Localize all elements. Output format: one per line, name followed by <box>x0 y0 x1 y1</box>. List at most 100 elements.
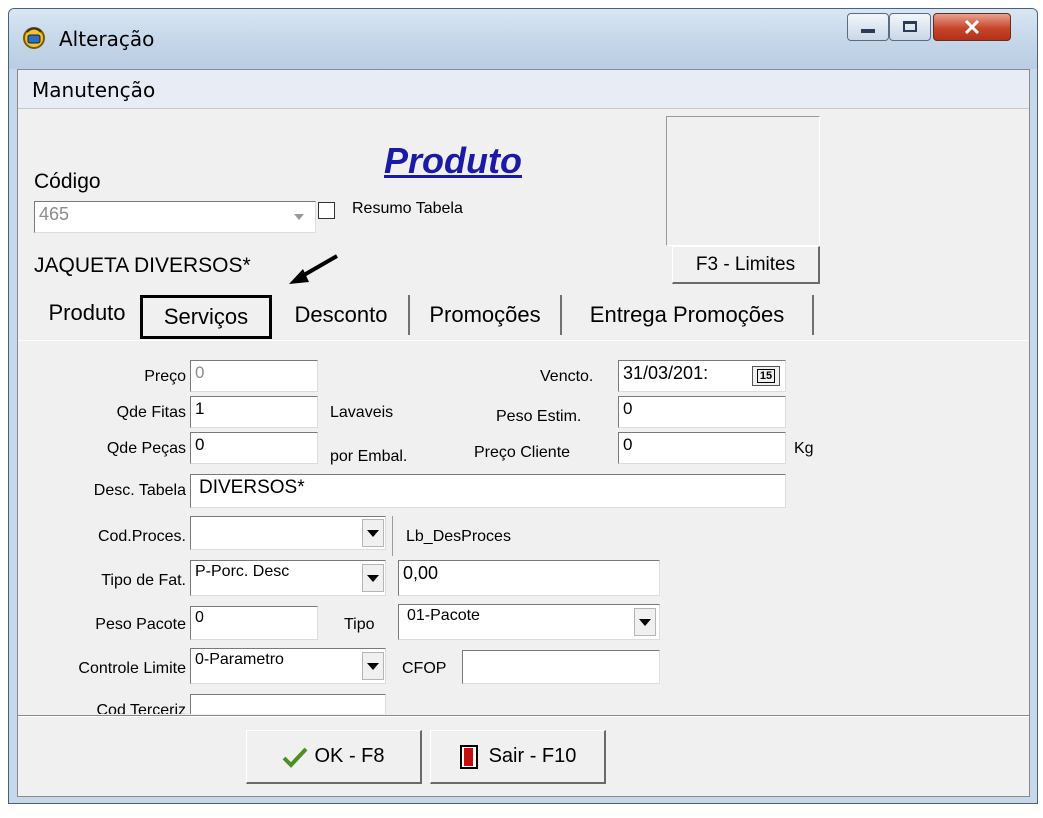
f3-limites-button[interactable]: F3 - Limites <box>672 246 820 284</box>
page-title: Produto <box>384 140 522 181</box>
preco-cliente-value: 0 <box>623 435 633 454</box>
tab-promocoes[interactable]: Promoções <box>410 295 562 335</box>
peso-estim-label: Peso Estim. <box>496 408 582 425</box>
dialog-client-area: Manutenção Produto Código 465 Resumo Tab… <box>17 69 1030 797</box>
app-icon <box>23 27 45 49</box>
f3-limites-label: F3 - Limites <box>695 253 796 275</box>
menu-bar: Manutenção <box>18 70 1029 109</box>
desc-tabela-label: Desc. Tabela <box>93 482 186 499</box>
checkmark-icon <box>283 747 308 768</box>
close-button[interactable] <box>933 13 1011 41</box>
tab-produto[interactable]: Produto <box>34 293 140 333</box>
chevron-down-icon <box>367 574 379 582</box>
tipo-fat-select[interactable]: P-Porc. Desc <box>190 560 386 596</box>
maximize-button[interactable] <box>889 13 931 41</box>
controle-limite-select[interactable]: 0-Parametro <box>190 648 386 684</box>
qde-fitas-value: 1 <box>195 399 205 418</box>
tab-desconto-label: Desconto <box>294 302 388 327</box>
window-title: Alteração <box>59 27 155 51</box>
tipo-fat-value: P-Porc. Desc <box>195 563 290 580</box>
kg-unit-label: Kg <box>794 440 814 457</box>
qde-pecas-label: Qde Peças <box>106 440 186 457</box>
exit-door-icon <box>459 744 478 769</box>
codigo-dropdown-button[interactable] <box>288 203 310 231</box>
por-embal-label: por Embal. <box>330 448 408 465</box>
qde-fitas-input[interactable]: 1 <box>190 396 318 428</box>
ok-button-label: OK - F8 <box>314 745 385 767</box>
peso-pacote-value: 0 <box>195 609 204 626</box>
codigo-value: 465 <box>39 204 70 224</box>
calendar-day-label: 15 <box>756 369 776 383</box>
footer-divider-highlight <box>18 716 1029 717</box>
peso-estim-input[interactable]: 0 <box>618 396 786 428</box>
preco-input[interactable]: 0 <box>190 360 318 392</box>
minimize-button[interactable] <box>847 13 889 41</box>
cod-terceiriz-row: Cod Terceriz <box>18 688 398 714</box>
cfop-input[interactable] <box>462 650 660 684</box>
cfop-label: CFOP <box>402 660 447 677</box>
product-name: JAQUETA DIVERSOS* <box>34 254 251 277</box>
calendar-icon[interactable]: 15 <box>752 366 780 386</box>
codigo-label: Código <box>34 170 101 193</box>
resumo-tabela-label: Resumo Tabela <box>352 200 463 217</box>
chevron-down-icon <box>639 618 651 626</box>
cod-terceiriz-input[interactable] <box>190 694 386 714</box>
chevron-down-icon <box>367 662 379 670</box>
tab-promocoes-label: Promoções <box>429 302 541 327</box>
lavaveis-label: Lavaveis <box>330 404 394 421</box>
desc-tabela-value: DIVERSOS* <box>199 477 305 498</box>
peso-pacote-input[interactable]: 0 <box>190 606 318 640</box>
close-icon <box>964 20 980 34</box>
qde-pecas-input[interactable]: 0 <box>190 432 318 464</box>
maximize-icon <box>903 21 917 32</box>
separator <box>392 516 393 556</box>
tipo-value: 01-Pacote <box>407 607 480 624</box>
tab-servicos[interactable]: Serviços <box>140 295 272 339</box>
tab-strip: Produto Serviços Desconto Promoções Entr… <box>18 289 1029 341</box>
chevron-down-icon <box>367 529 379 537</box>
preco-cliente-input[interactable]: 0 <box>618 432 786 464</box>
image-panel <box>666 116 820 246</box>
minimize-icon <box>861 29 875 33</box>
preco-value: 0 <box>195 363 205 382</box>
tipo-label: Tipo <box>344 616 375 633</box>
arrow-annotation-icon <box>289 254 338 284</box>
tab-desconto[interactable]: Desconto <box>274 295 410 335</box>
tipo-fat-dropdown-button[interactable] <box>362 564 384 592</box>
exit-button-label: Sair - F10 <box>488 745 577 767</box>
application-window: Alteração Manutenção Produto Código 465 … <box>8 8 1038 804</box>
desc-tabela-input[interactable]: DIVERSOS* <box>190 474 786 508</box>
cod-proces-label: Cod.Proces. <box>97 528 186 545</box>
controle-limite-dropdown-button[interactable] <box>362 652 384 680</box>
tipo-select[interactable]: 01-Pacote <box>398 604 660 640</box>
vencto-label: Vencto. <box>540 368 594 385</box>
vencto-value: 31/03/201: <box>623 363 709 383</box>
peso-pacote-label: Peso Pacote <box>95 616 186 633</box>
lb-desproces-label: Lb_DesProces <box>406 528 511 545</box>
tipo-fat-label: Tipo de Fat. <box>101 572 186 589</box>
preco-label: Preço <box>144 368 186 385</box>
tipo-dropdown-button[interactable] <box>634 608 656 636</box>
exit-button[interactable]: Sair - F10 <box>430 730 606 784</box>
ok-button[interactable]: OK - F8 <box>246 730 422 784</box>
tab-servicos-label: Serviços <box>163 304 249 329</box>
preco-cliente-label: Preço Cliente <box>474 444 571 461</box>
resumo-tabela-checkbox[interactable] <box>318 202 335 219</box>
controle-limite-value: 0-Parametro <box>195 651 284 668</box>
cod-proces-dropdown-button[interactable] <box>362 519 384 547</box>
qde-pecas-value: 0 <box>195 435 205 454</box>
tipo-fat-amount-input[interactable]: 0,00 <box>398 560 660 596</box>
menu-item-manutencao[interactable]: Manutenção <box>32 78 155 102</box>
controle-limite-label: Controle Limite <box>78 660 186 677</box>
cod-terceiriz-label: Cod Terceriz <box>96 702 186 714</box>
tab-entrega-promocoes-label: Entrega Promoções <box>589 302 785 327</box>
tipo-fat-amount-value: 0,00 <box>403 563 439 583</box>
codigo-combobox[interactable]: 465 <box>34 201 316 233</box>
tab-produto-label: Produto <box>48 300 126 325</box>
tab-divider <box>18 340 1029 341</box>
tab-entrega-promocoes[interactable]: Entrega Promoções <box>562 295 814 335</box>
qde-fitas-label: Qde Fitas <box>116 404 186 421</box>
chevron-down-icon <box>294 214 304 220</box>
title-bar[interactable]: Alteração <box>9 9 1037 69</box>
cod-proces-select[interactable] <box>190 516 386 550</box>
